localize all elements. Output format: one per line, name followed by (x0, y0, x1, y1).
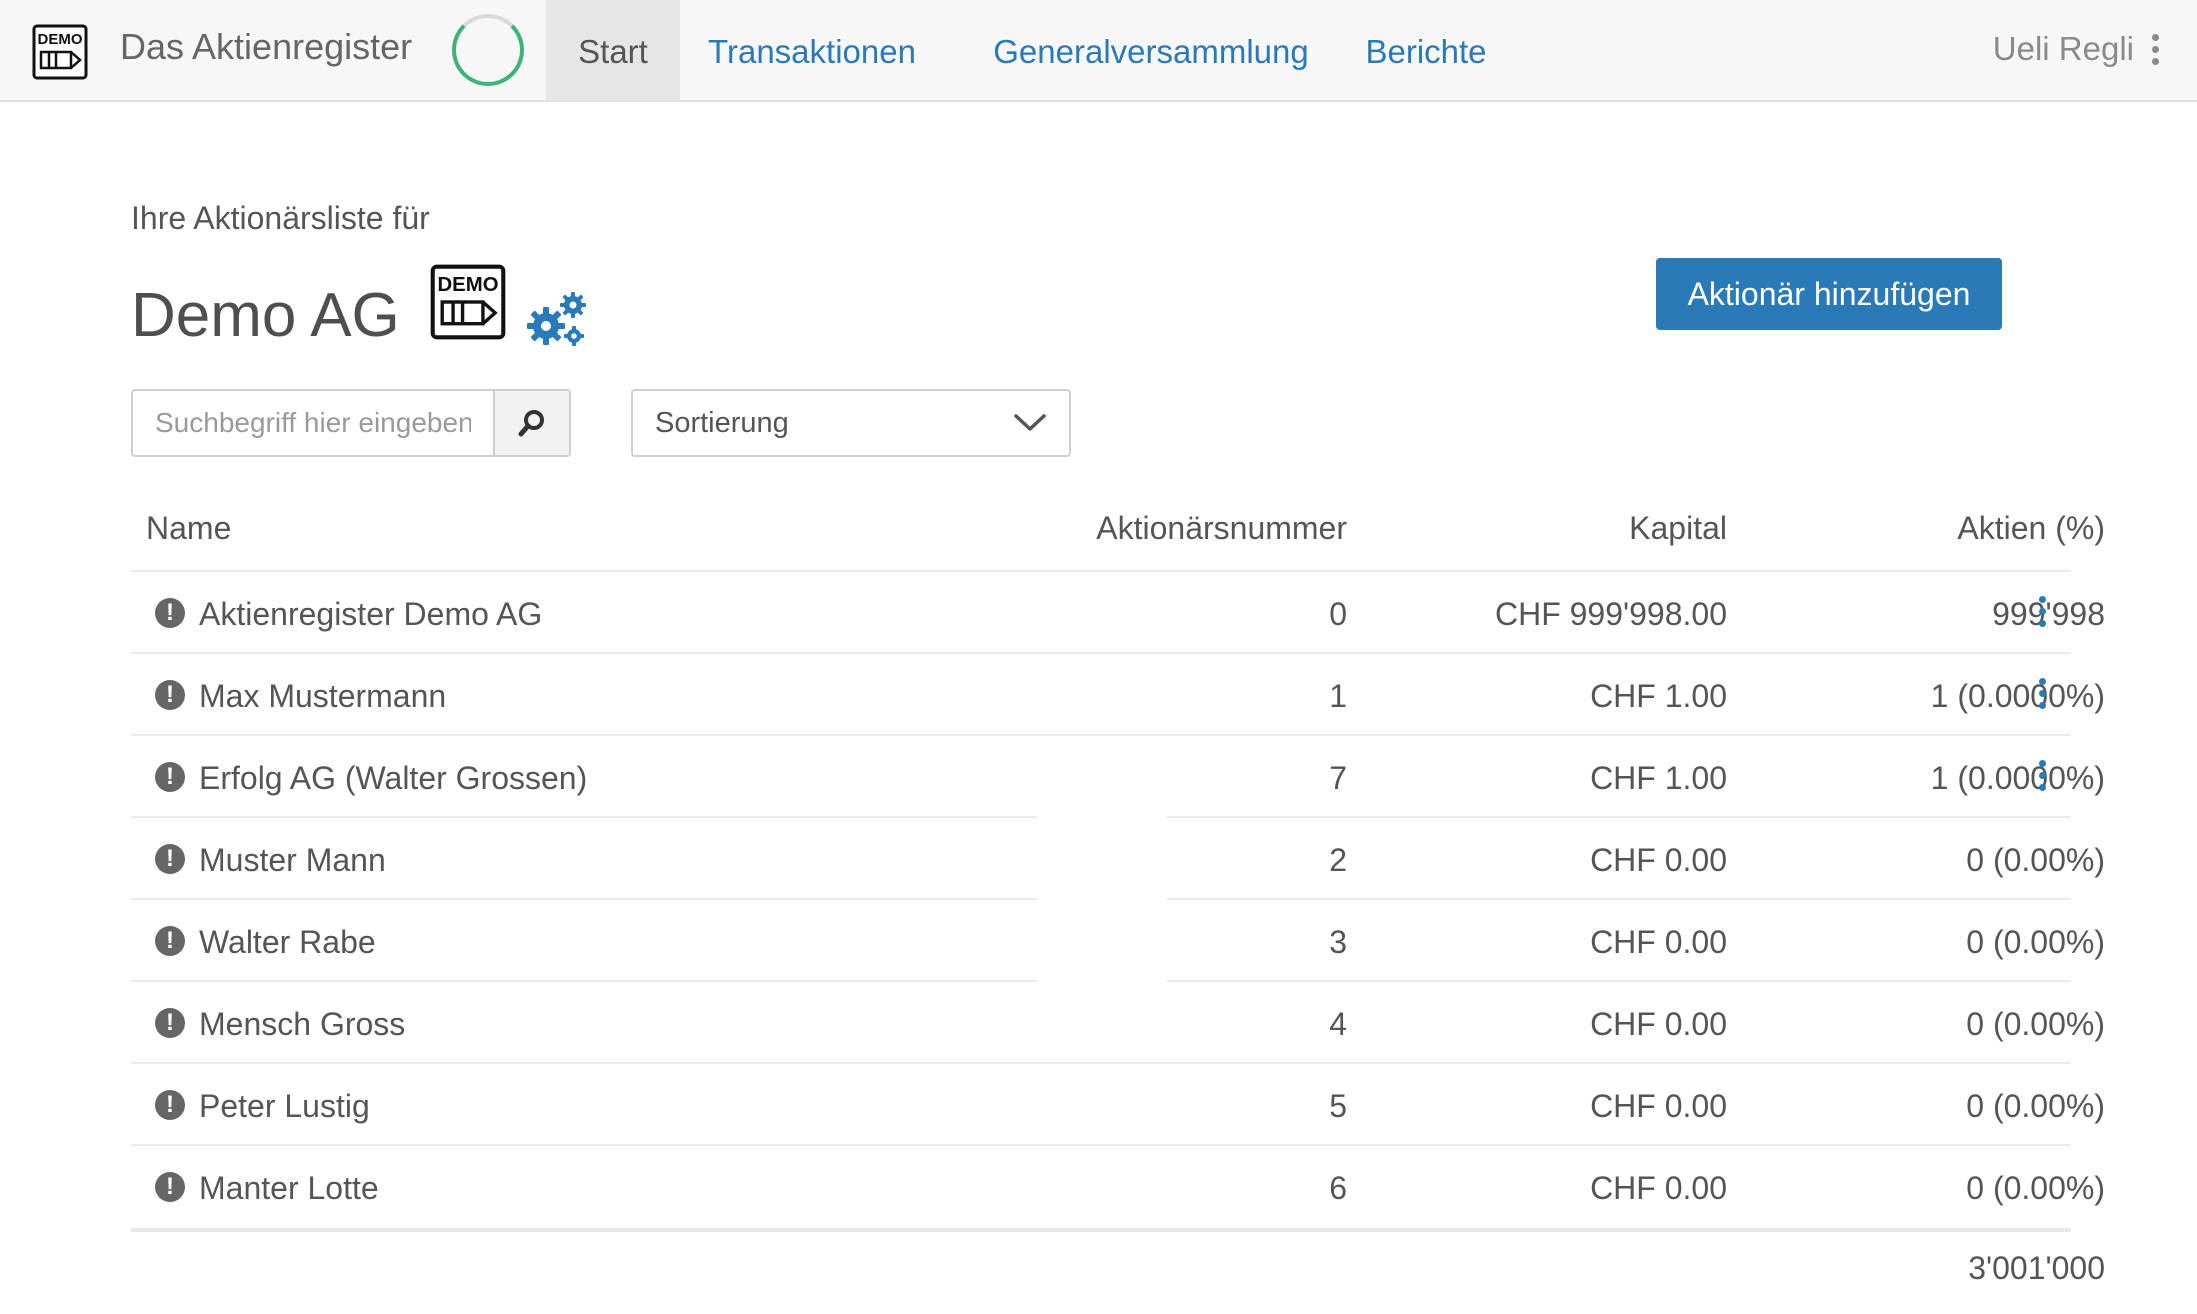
nav-generalversammlung[interactable]: Generalversammlung (980, 0, 1322, 100)
add-shareholder-button[interactable]: Aktionär hinzufügen (1656, 258, 2002, 330)
shareholder-capital: CHF 1.00 (1590, 678, 1727, 714)
shareholder-shares: 0 (0.00%) (1966, 1006, 2105, 1042)
page-subtitle: Ihre Aktionärsliste für (131, 200, 430, 236)
shareholder-number: 4 (1329, 1006, 1347, 1042)
shareholder-name[interactable]: Mensch Gross (199, 982, 405, 1064)
shareholder-name[interactable]: Manter Lotte (199, 1146, 379, 1228)
shareholder-number: 6 (1329, 1170, 1347, 1206)
shareholder-capital: CHF 1.00 (1590, 760, 1727, 796)
shareholder-name[interactable]: Peter Lustig (199, 1064, 370, 1146)
table-footer-divider (131, 1228, 2071, 1232)
table-row[interactable]: ! Max Mustermann 1 CHF 1.00 1 (0.0000%) (131, 654, 2105, 736)
gears-icon[interactable] (522, 290, 590, 348)
shareholder-shares: 0 (0.00%) (1966, 1170, 2105, 1206)
svg-text:DEMO: DEMO (437, 274, 498, 296)
shareholder-name[interactable]: Walter Rabe (199, 900, 376, 982)
shareholder-name[interactable]: Max Mustermann (199, 654, 446, 736)
sort-label: Sortierung (655, 406, 789, 439)
warning-icon: ! (155, 1172, 185, 1202)
shareholder-number: 3 (1329, 924, 1347, 960)
brand-title[interactable]: Das Aktienregister (120, 26, 412, 68)
shareholder-capital: CHF 0.00 (1590, 1006, 1727, 1042)
nav-berichte[interactable]: Berichte (1354, 0, 1498, 100)
column-header-capital[interactable]: Kapital (1331, 510, 1727, 547)
column-header-shares[interactable]: Aktien (%) (1691, 510, 2105, 547)
warning-icon: ! (155, 926, 185, 956)
table-row[interactable]: ! Peter Lustig 5 CHF 0.00 0 (0.00%) (131, 1064, 2105, 1146)
shareholder-name[interactable]: Muster Mann (199, 818, 386, 900)
demo-logo-icon[interactable]: DEMO (32, 24, 88, 80)
user-kebab-icon[interactable] (2152, 33, 2159, 65)
shareholder-shares: 0 (0.00%) (1966, 1088, 2105, 1124)
shareholder-capital: CHF 0.00 (1590, 842, 1727, 878)
table-row[interactable]: ! Erfolg AG (Walter Grossen) 7 CHF 1.00 1 (0… (131, 736, 2105, 818)
table-row[interactable]: ! Walter Rabe 3 CHF 0.00 0 (0.00%) (131, 900, 2105, 982)
table-row[interactable]: ! Mensch Gross 4 CHF 0.00 0 (0.00%) (131, 982, 2105, 1064)
search-icon (518, 410, 544, 437)
shareholder-capital: CHF 0.00 (1590, 1170, 1727, 1206)
table-row[interactable]: ! Muster Mann 2 CHF 0.00 0 (0.00%) (131, 818, 2105, 900)
search-group (131, 389, 571, 457)
warning-icon: ! (155, 1090, 185, 1120)
user-name: Ueli Regli (1992, 30, 2134, 67)
table-row[interactable]: ! Aktienregister Demo AG 0 CHF 999'998.00 99… (131, 572, 2105, 654)
shareholder-number: 0 (1329, 596, 1347, 632)
warning-icon: ! (155, 1008, 185, 1038)
nav-transaktionen[interactable]: Transaktionen (700, 0, 924, 100)
top-navbar: DEMO Das Aktienregister Start Transaktio… (0, 0, 2197, 102)
table-row[interactable]: ! Manter Lotte 6 CHF 0.00 0 (0.00%) (131, 1146, 2105, 1228)
shareholder-shares: 0 (0.00%) (1966, 842, 2105, 878)
chevron-down-icon (1014, 414, 1046, 431)
shareholder-name[interactable]: Aktienregister Demo AG (199, 572, 542, 654)
shareholder-number: 5 (1329, 1088, 1347, 1124)
row-kebab-icon[interactable] (2035, 678, 2050, 709)
loading-spinner-icon (452, 14, 524, 86)
company-logo-icon: DEMO (430, 264, 506, 340)
column-header-number[interactable]: Aktionärsnummer (731, 510, 1347, 547)
total-shares: 3'001'000 (1968, 1250, 2105, 1286)
search-button[interactable] (493, 391, 569, 455)
shareholder-number: 2 (1329, 842, 1347, 878)
shareholder-number: 1 (1329, 678, 1347, 714)
user-menu[interactable]: Ueli Regli (1993, 24, 2159, 74)
warning-icon: ! (155, 598, 185, 628)
warning-icon: ! (155, 762, 185, 792)
row-kebab-icon[interactable] (2035, 760, 2050, 791)
shareholder-shares: 0 (0.00%) (1966, 924, 2105, 960)
warning-icon: ! (155, 844, 185, 874)
row-kebab-icon[interactable] (2035, 596, 2050, 627)
sort-select[interactable]: Sortierung (631, 389, 1071, 457)
shareholder-capital: CHF 0.00 (1590, 924, 1727, 960)
column-header-name[interactable]: Name (146, 510, 231, 547)
svg-text:DEMO: DEMO (38, 31, 83, 48)
shareholder-capital: CHF 999'998.00 (1494, 596, 1727, 632)
company-name: Demo AG (131, 281, 400, 350)
shareholder-number: 7 (1329, 760, 1347, 796)
shareholder-name[interactable]: Erfolg AG (Walter Grossen) (199, 736, 587, 818)
warning-icon: ! (155, 680, 185, 710)
nav-start[interactable]: Start (546, 0, 680, 100)
search-input[interactable] (133, 391, 493, 455)
shareholder-capital: CHF 0.00 (1590, 1088, 1727, 1124)
